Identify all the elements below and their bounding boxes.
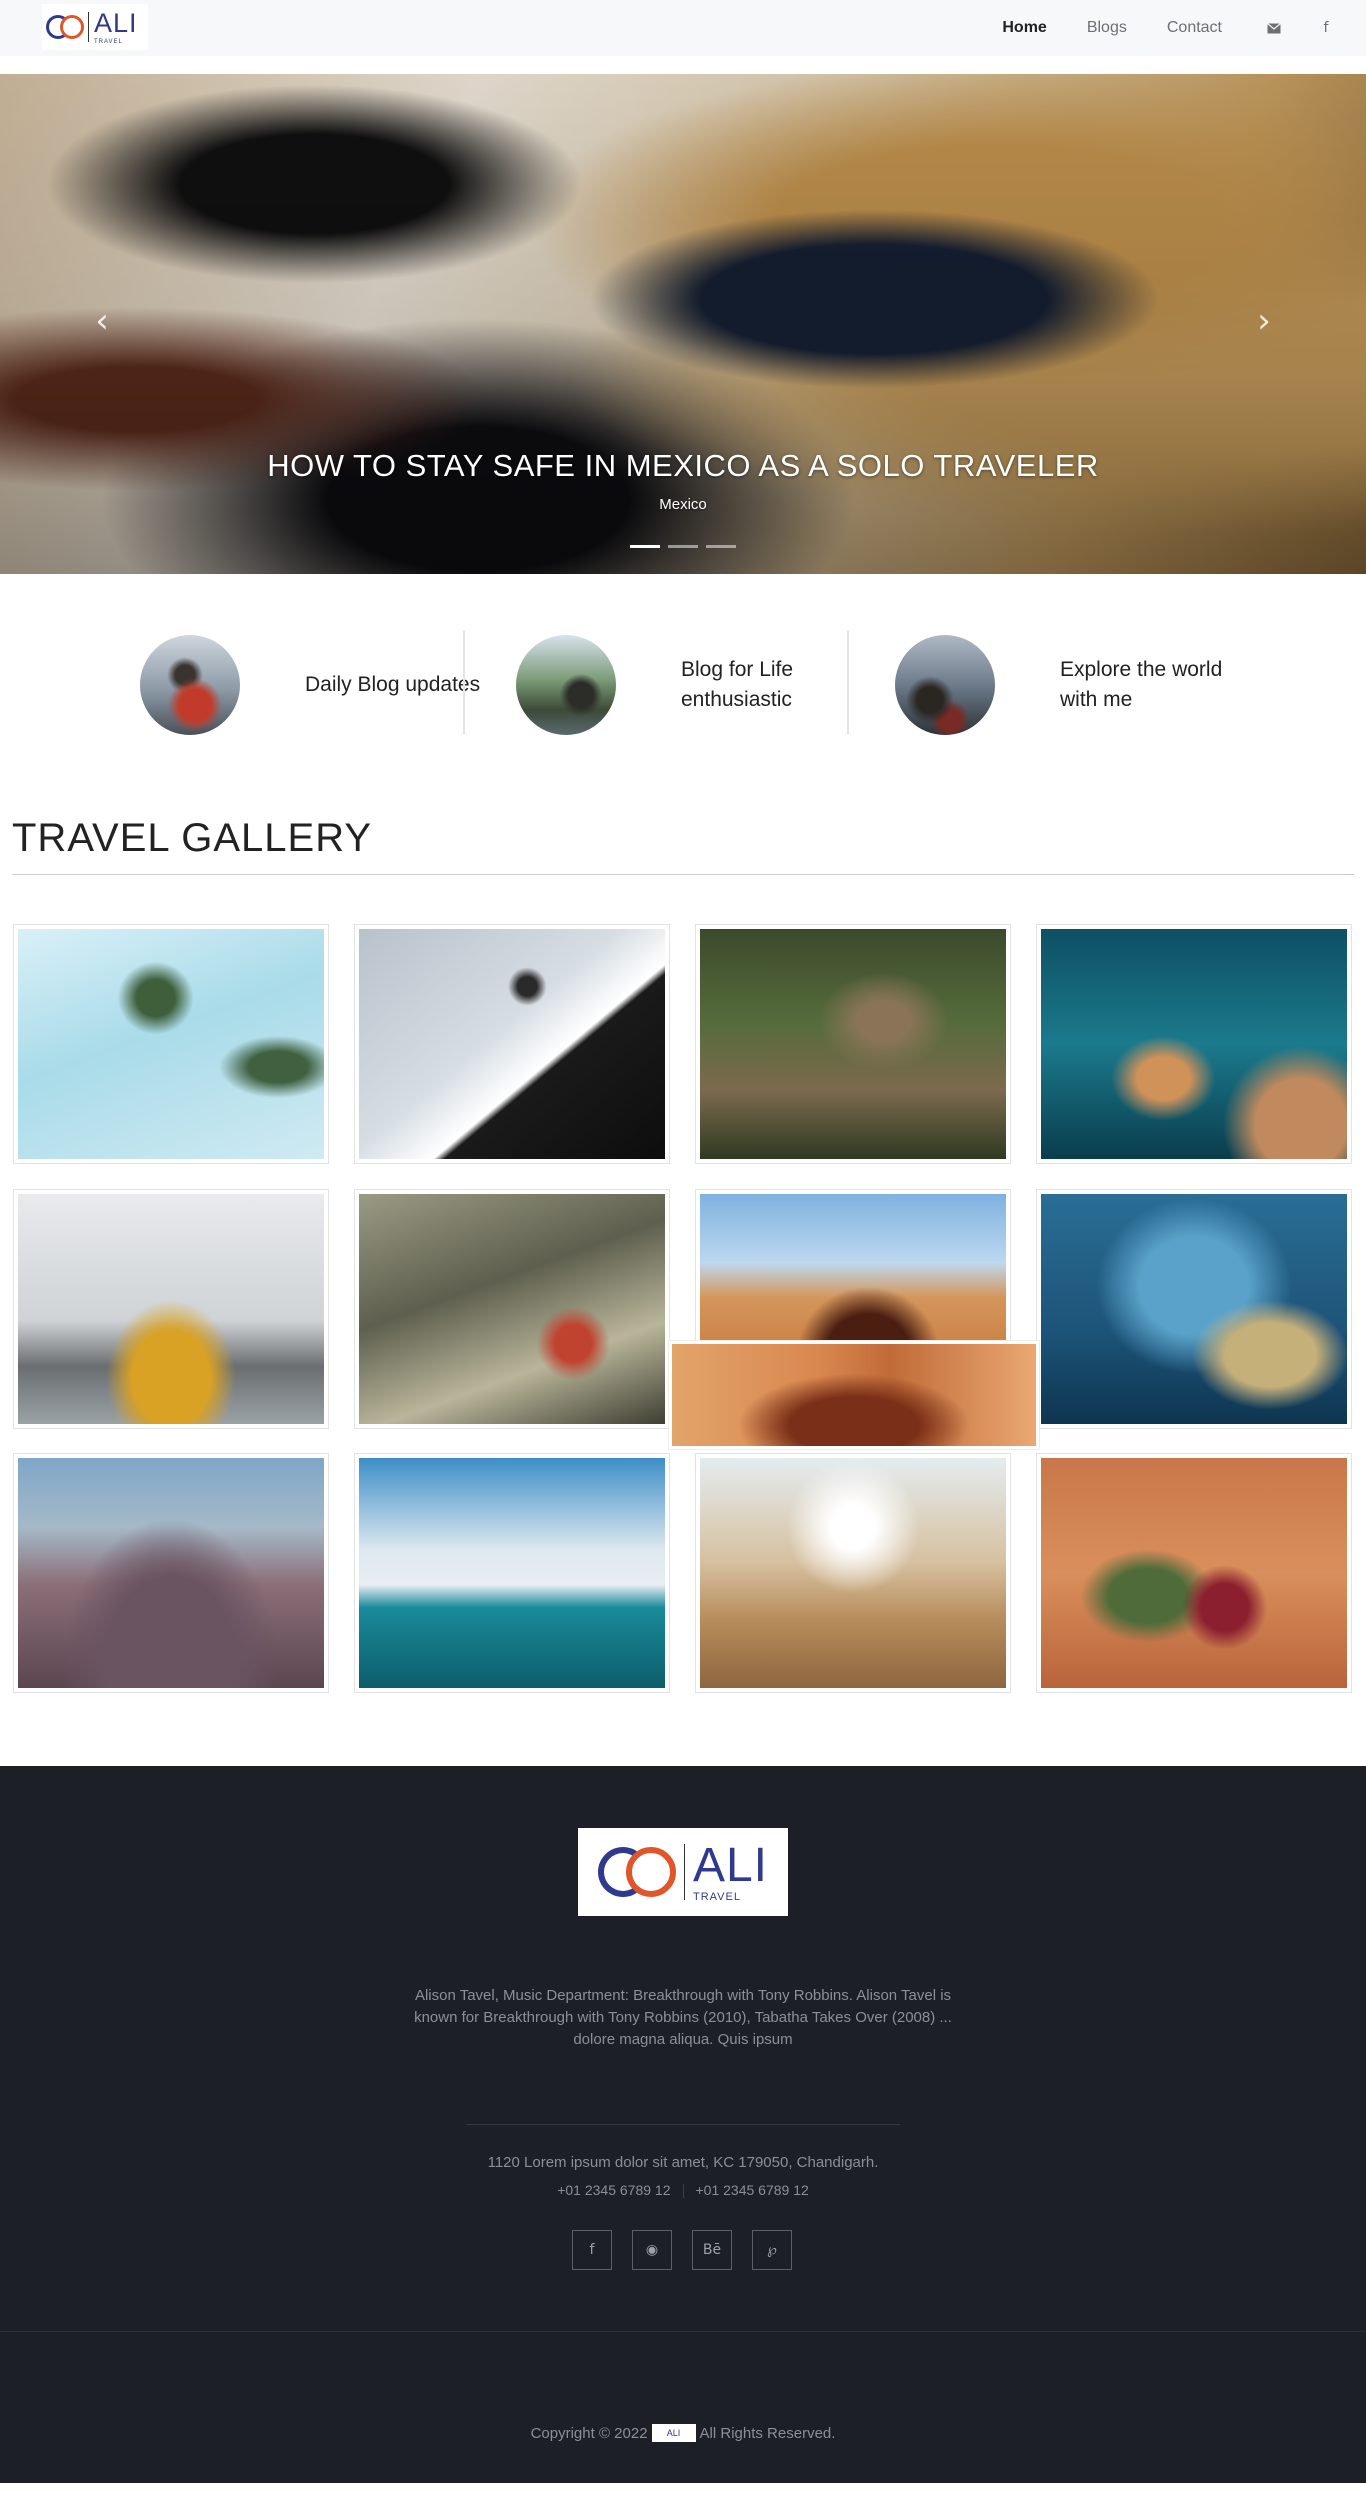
gallery-item[interactable] [354,1189,670,1429]
feature-item: Blog for Life enthusiastic [516,630,881,740]
logo-mark-icon [46,12,86,42]
feature-text: Blog for Life enthusiastic [681,658,794,711]
pinterest-icon[interactable]: ℘ [752,2230,792,2270]
footer-divider [466,2124,900,2125]
mini-brand-name: ALI [666,2428,681,2438]
envelope-icon[interactable] [1262,16,1286,40]
carousel-indicator[interactable] [706,545,736,548]
copyright-suffix: All Rights Reserved. [699,2424,836,2442]
copyright: Copyright © 2022 ALI All Rights Reserved… [0,2424,1366,2442]
github-icon[interactable]: ◉ [632,2230,672,2270]
footer-about-text: Alison Tavel, Music Department: Breakthr… [414,1987,952,2048]
phone-number[interactable]: +01 2345 6789 12 [557,2182,670,2198]
footer-brand-tagline: TRAVEL [692,1890,741,1903]
hero-title: HOW TO STAY SAFE IN MEXICO AS A SOLO TRA… [267,448,1099,483]
feature-item: Daily Blog updates [140,630,505,740]
navbar: ALI TRAVEL Home Blogs Contact f [0,0,1366,56]
gallery-item[interactable] [13,1189,329,1429]
hero-carousel: ‹ › HOW TO STAY SAFE IN MEXICO AS A SOLO… [0,74,1366,574]
carousel-indicators [630,545,736,548]
brand-tagline: TRAVEL [94,38,123,45]
carousel-next-icon[interactable]: › [1252,296,1276,346]
nav-blogs[interactable]: Blogs [1087,19,1127,37]
facebook-icon[interactable]: f [1314,16,1338,40]
gallery-title: TRAVEL GALLERY [12,816,373,860]
gallery-item[interactable] [354,1453,670,1693]
copyright-prefix: Copyright © 2022 [530,2424,648,2442]
hero-subtitle: Mexico [659,496,707,513]
logo-mark-icon [597,1842,678,1902]
social-links: f ◉ Bē ℘ [572,2230,792,2270]
brand-logo[interactable]: ALI TRAVEL [42,4,148,50]
facebook-icon[interactable]: f [572,2230,612,2270]
gallery-hover-preview [668,1340,1040,1450]
footer-brand-name: ALI [692,1838,769,1892]
feature-avatar [140,635,240,735]
carousel-indicator[interactable] [630,545,660,548]
feature-avatar [895,635,995,735]
feature-text: Explore the world with me [1060,658,1223,711]
nav-links: Home Blogs Contact f [1002,0,1366,56]
nav-contact[interactable]: Contact [1167,19,1222,37]
behance-icon[interactable]: Bē [692,2230,732,2270]
carousel-indicator[interactable] [668,545,698,548]
gallery-divider [12,874,1354,875]
carousel-prev-icon[interactable]: ‹ [90,296,114,346]
gallery-item[interactable] [1036,1189,1352,1429]
gallery-item[interactable] [1036,924,1352,1164]
gallery-item[interactable] [354,924,670,1164]
feature-avatar [516,635,616,735]
footer-logo[interactable]: ALI TRAVEL [578,1828,788,1916]
nav-home[interactable]: Home [1002,19,1046,37]
feature-text: Daily Blog updates [305,673,481,696]
gallery-item[interactable] [695,924,1011,1164]
copyright-logo[interactable]: ALI [651,2424,696,2442]
phone-number[interactable]: +01 2345 6789 12 [696,2182,809,2198]
footer-separator [0,2331,1366,2332]
footer-phones: +01 2345 6789 12 +01 2345 6789 12 [0,2182,1366,2199]
footer-address: 1120 Lorem ipsum dolor sit amet, KC 1790… [487,2154,879,2171]
gallery-item[interactable] [13,1453,329,1693]
gallery-item[interactable] [1036,1453,1352,1693]
brand-name: ALI [94,7,138,38]
gallery-item[interactable] [695,1453,1011,1693]
gallery-item[interactable] [13,924,329,1164]
features-row: Daily Blog updates Blog for Life enthusi… [0,630,1366,740]
feature-item: Explore the world with me [895,630,1260,740]
